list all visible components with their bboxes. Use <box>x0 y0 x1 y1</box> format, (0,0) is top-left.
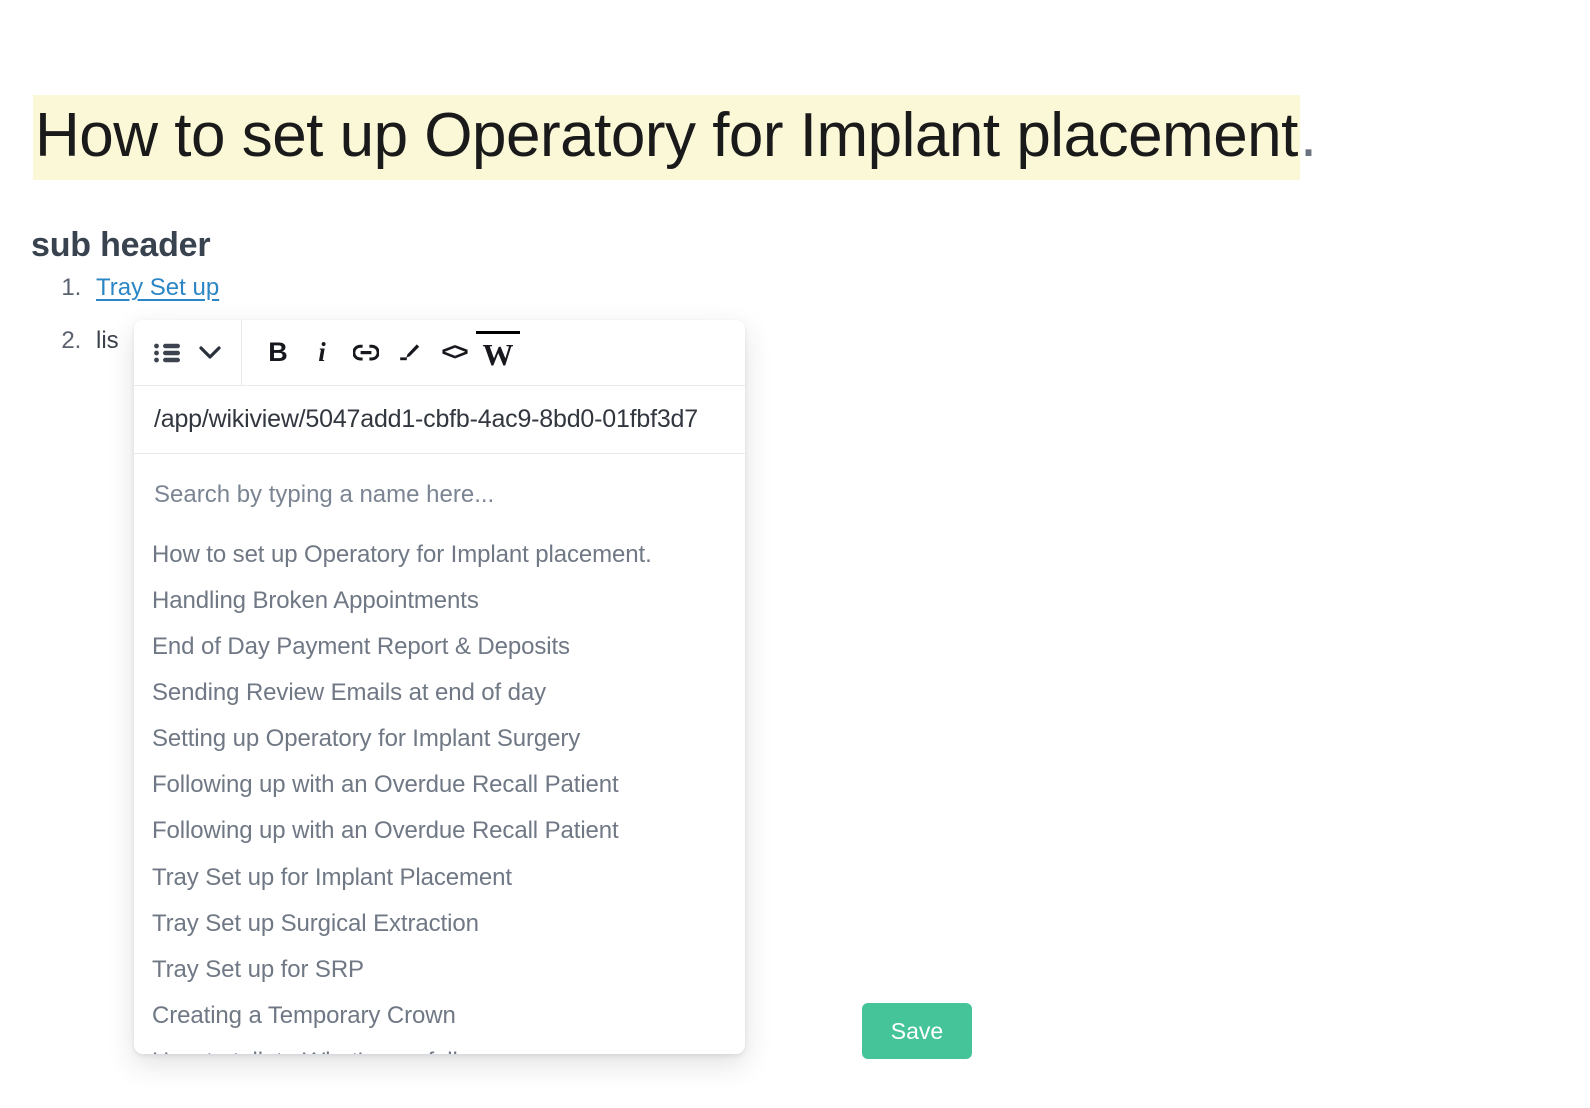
popup-toolbar: B i <> W <box>134 320 745 386</box>
search-result-item[interactable]: How to talk to What's app followups <box>134 1039 745 1054</box>
italic-button[interactable]: i <box>300 331 344 375</box>
search-result-item[interactable]: Tray Set up for Implant Placement <box>134 855 745 901</box>
page-title-highlighted-text: How to set up Operatory for Implant plac… <box>33 94 1300 180</box>
list-item-link-tray-set-up[interactable]: Tray Set up <box>96 274 219 301</box>
search-result-item[interactable]: Handling Broken Appointments <box>134 578 745 624</box>
search-result-item[interactable]: Tray Set up Surgical Extraction <box>134 901 745 947</box>
search-result-item[interactable]: How to set up Operatory for Implant plac… <box>134 532 745 578</box>
link-insert-popup: B i <> W How t <box>134 320 745 1054</box>
code-button[interactable]: <> <box>432 331 476 375</box>
link-url-row <box>134 386 745 454</box>
page-title: How to set up Operatory for Implant plac… <box>33 94 1317 180</box>
page-title-trailing-period: . <box>1299 100 1317 170</box>
bold-button[interactable]: B <box>256 331 300 375</box>
search-result-item[interactable]: Tray Set up for SRP <box>134 947 745 993</box>
list-item: Tray Set up <box>88 274 731 301</box>
wiki-search-input[interactable] <box>152 480 727 510</box>
sub-header: sub header <box>31 226 211 265</box>
wiki-search-row <box>134 454 745 514</box>
wiki-search-results: How to set up Operatory for Implant plac… <box>134 514 745 1054</box>
list-item-label: lis <box>96 327 119 355</box>
toolbar-divider <box>241 320 242 386</box>
wikipedia-button[interactable]: W <box>476 330 520 375</box>
save-button[interactable]: Save <box>862 1003 972 1059</box>
search-result-item[interactable]: Following up with an Overdue Recall Pati… <box>134 762 745 808</box>
page-root: How to set up Operatory for Implant plac… <box>0 0 1590 1108</box>
link-icon[interactable] <box>344 331 388 375</box>
link-url-input[interactable] <box>152 404 727 435</box>
search-result-item[interactable]: Sending Review Emails at end of day <box>134 670 745 716</box>
search-result-item[interactable]: Creating a Temporary Crown <box>134 993 745 1039</box>
bullet-list-icon[interactable] <box>150 336 184 370</box>
chevron-down-icon[interactable] <box>197 340 223 366</box>
highlighter-icon[interactable] <box>388 331 432 375</box>
search-result-item[interactable]: Following up with an Overdue Recall Pati… <box>134 808 745 854</box>
search-result-item[interactable]: End of Day Payment Report & Deposits <box>134 624 745 670</box>
search-result-item[interactable]: Setting up Operatory for Implant Surgery <box>134 716 745 762</box>
list-style-group[interactable] <box>150 320 241 386</box>
